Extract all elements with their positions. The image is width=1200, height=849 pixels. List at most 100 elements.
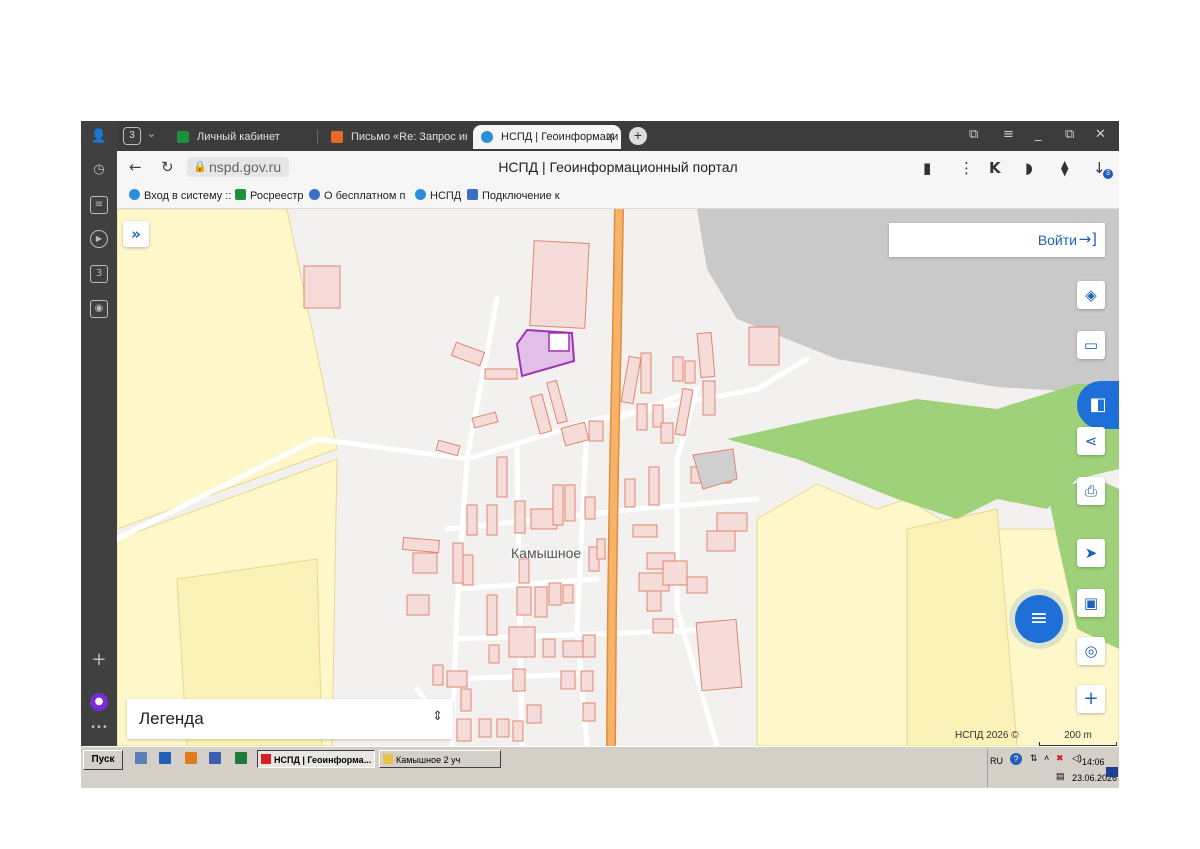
- extension-puzzle-icon[interactable]: ⧫: [1061, 159, 1068, 177]
- expand-panel-button[interactable]: »: [123, 221, 149, 247]
- bookmark-nspd[interactable]: НСПД: [415, 189, 463, 202]
- alice-assistant-icon[interactable]: ●: [90, 693, 108, 711]
- extension-k-icon[interactable]: K: [989, 159, 1001, 177]
- parcel: [706, 530, 736, 552]
- chat-button[interactable]: ≡: [1015, 595, 1063, 643]
- tray-arrows-icon[interactable]: ⇅: [1030, 753, 1038, 764]
- desktop-icon[interactable]: [1106, 767, 1118, 777]
- help-icon[interactable]: ?: [1010, 753, 1022, 765]
- scale-label: 200 m: [1064, 730, 1092, 741]
- parcel: [562, 640, 584, 658]
- close-tab-icon[interactable]: ✕: [606, 125, 615, 149]
- legend-select[interactable]: Легенда ⇕: [127, 699, 453, 739]
- parcel: [406, 594, 430, 616]
- menu-icon[interactable]: ≡: [1003, 127, 1014, 142]
- quicklaunch-save-icon[interactable]: [209, 752, 221, 764]
- parcel: [542, 638, 556, 658]
- geo-button[interactable]: ◎: [1077, 637, 1105, 665]
- back-icon[interactable]: ←: [129, 158, 142, 176]
- tab-count-badge[interactable]: 3: [123, 127, 141, 145]
- place-label: Камышное: [511, 545, 582, 561]
- zoom-in-button[interactable]: +: [1077, 685, 1105, 713]
- bookmark-rosreestr[interactable]: Росреестр: [235, 189, 305, 202]
- share-button[interactable]: ⋖: [1077, 427, 1105, 455]
- screenshot-button[interactable]: ▣: [1077, 589, 1105, 617]
- parcel: [452, 542, 464, 584]
- play-icon[interactable]: ▶: [90, 230, 108, 248]
- parcel: [596, 538, 606, 560]
- browser-sidebar: 👤 ◷ ≡ ▶ 3 ◉ + ● •••: [81, 121, 117, 746]
- ruler-button[interactable]: ▭: [1077, 331, 1105, 359]
- collections-icon[interactable]: ≡: [90, 196, 108, 214]
- camera-icon[interactable]: ◉: [90, 300, 108, 318]
- history-icon[interactable]: ◷: [90, 161, 108, 179]
- more-options-icon[interactable]: ⋮: [959, 159, 974, 177]
- parcel: [512, 720, 524, 742]
- quicklaunch-excel-icon[interactable]: [235, 752, 247, 764]
- parcel: [560, 670, 576, 690]
- parcel: [529, 393, 553, 435]
- field-area: [906, 508, 1018, 746]
- parcel: [518, 558, 530, 584]
- parcel: [588, 420, 604, 442]
- parcel: [432, 664, 444, 686]
- start-button[interactable]: Пуск: [83, 750, 123, 770]
- parcel: [582, 702, 596, 722]
- network-icon[interactable]: ✖: [1056, 753, 1064, 764]
- video-icon: [467, 189, 478, 200]
- bookmark-icon[interactable]: ▮: [923, 159, 931, 177]
- parcels: [303, 240, 780, 742]
- parcel: [562, 584, 574, 604]
- layers-button[interactable]: ◈: [1077, 281, 1105, 309]
- rail-badge[interactable]: 3: [90, 265, 108, 283]
- parcel: [516, 586, 532, 616]
- restore-icon[interactable]: ⧉: [1065, 127, 1074, 142]
- assistant-tab-button[interactable]: ◧: [1077, 381, 1119, 429]
- language-indicator[interactable]: RU: [990, 756, 1003, 766]
- map-canvas[interactable]: Камышное » Войти →] ◈ ▭ ◧ ⋖ ⎙ ➤ ▣ ◎ + ≡ …: [117, 209, 1119, 746]
- parcel: [660, 422, 674, 444]
- url-field[interactable]: 🔒 nspd.gov.ru: [187, 157, 290, 177]
- locate-button[interactable]: ➤: [1077, 539, 1105, 567]
- rosreestr-icon: [235, 189, 246, 200]
- parcel: [686, 576, 708, 594]
- more-icon[interactable]: •••: [90, 719, 108, 737]
- chevron-down-icon[interactable]: ⌄: [147, 127, 156, 140]
- bookmark-login[interactable]: Вход в систему ::: [129, 189, 231, 202]
- parcel: [696, 331, 716, 379]
- parcel: [662, 560, 688, 586]
- add-icon[interactable]: +: [90, 651, 108, 669]
- quicklaunch-explorer-icon[interactable]: [135, 752, 147, 764]
- parcel: [460, 688, 472, 712]
- parcel: [648, 466, 660, 506]
- login-button[interactable]: Войти →]: [889, 223, 1105, 257]
- parcel: [496, 718, 510, 738]
- parcel: [548, 582, 562, 606]
- volume-icon[interactable]: ◁): [1072, 753, 1082, 764]
- device-icon[interactable]: ▤: [1056, 771, 1065, 782]
- bookmark-free[interactable]: О бесплатном пр: [309, 189, 405, 202]
- print-button[interactable]: ⎙: [1077, 477, 1105, 505]
- minimize-icon[interactable]: _: [1035, 127, 1042, 142]
- parcel: [580, 670, 594, 692]
- tab-nspd[interactable]: НСПД | Геоинформаци ✕: [473, 125, 621, 149]
- tab-personal-account[interactable]: Личный кабинет: [169, 125, 309, 149]
- profile-icon[interactable]: 👤: [90, 128, 108, 146]
- extension-shield-icon[interactable]: ◗: [1025, 159, 1033, 177]
- reload-icon[interactable]: ↻: [161, 158, 174, 176]
- parcel: [620, 355, 642, 405]
- close-window-icon[interactable]: ✕: [1095, 127, 1106, 142]
- tab-mail[interactable]: Письмо «Re: Запрос инф: [323, 125, 467, 149]
- bookmark-connect[interactable]: Подключение к в: [467, 189, 563, 202]
- parcel: [695, 618, 743, 692]
- new-tab-button[interactable]: +: [629, 127, 647, 145]
- task-nspd[interactable]: НСПД | Геоинформа...: [257, 750, 375, 768]
- tray-expand-icon[interactable]: ˄: [1044, 753, 1049, 763]
- task-folder[interactable]: Камышное 2 уч: [379, 750, 501, 768]
- parcel: [529, 240, 590, 329]
- quicklaunch-photoshop-icon[interactable]: [159, 752, 171, 764]
- parcel: [466, 504, 478, 536]
- quicklaunch-illustrator-icon[interactable]: [185, 752, 197, 764]
- clock-time[interactable]: 14:06: [1082, 757, 1105, 767]
- tab-manager-icon[interactable]: ⧉: [969, 127, 978, 142]
